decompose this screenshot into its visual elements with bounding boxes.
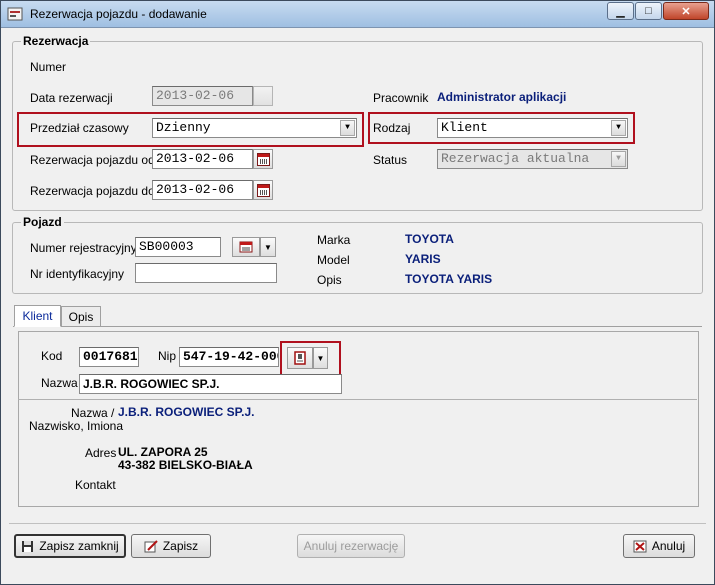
rodzaj-select[interactable]: Klient ▼ (437, 118, 628, 138)
window-title: Rezerwacja pojazdu - dodawanie (30, 7, 207, 21)
edit-icon (144, 539, 158, 552)
rodzaj-label: Rodzaj (373, 121, 411, 135)
marka-value: TOYOTA (405, 232, 454, 246)
chevron-down-icon[interactable]: ▼ (340, 120, 355, 136)
nr-id-field[interactable] (135, 263, 277, 283)
tab-opis[interactable]: Opis (61, 306, 101, 326)
do-label: Rezerwacja pojazdu do (30, 184, 155, 198)
opis-value: TOYOTA YARIS (405, 272, 493, 286)
chevron-down-icon: ▼ (316, 353, 325, 363)
kod-field[interactable]: 0017681 (79, 347, 139, 367)
vehicle-lookup-dropdown[interactable]: ▼ (260, 237, 276, 257)
status-value: Rezerwacja aktualna (441, 151, 590, 166)
client-lookup-button[interactable] (287, 347, 313, 369)
app-icon (7, 7, 23, 21)
list-icon (239, 241, 253, 253)
data-rezerwacji-calendar-button (253, 86, 273, 106)
minimize-button[interactable]: ▁ (607, 2, 634, 20)
status-select: Rezerwacja aktualna ▼ (437, 149, 628, 169)
cancel-icon (633, 540, 647, 552)
detail-nazwa-value: J.B.R. ROGOWIEC SP.J. (118, 405, 255, 419)
chevron-down-icon: ▼ (264, 242, 272, 252)
minimize-icon: ▁ (616, 5, 625, 18)
anuluj-button[interactable]: Anuluj (623, 534, 695, 558)
przedzial-label: Przedział czasowy (30, 121, 129, 135)
detail-nazwa-label: Nazwa / (71, 406, 115, 420)
reservation-group-title: Rezerwacja (21, 34, 91, 48)
do-date-field[interactable]: 2013-02-06 (152, 180, 253, 200)
model-value: YARIS (405, 252, 441, 266)
anuluj-label: Anuluj (651, 539, 686, 553)
tab-klient[interactable]: Klient (14, 305, 61, 327)
vehicle-lookup-button[interactable] (232, 237, 260, 257)
nazwa-label: Nazwa (41, 376, 78, 390)
adres-line1: UL. ZAPORA 25 (118, 445, 208, 459)
nr-id-label: Nr identyfikacyjny (30, 267, 125, 281)
nazwa-field[interactable]: J.B.R. ROGOWIEC SP.J. (79, 374, 342, 394)
data-rezerwacji-field: 2013-02-06 (152, 86, 253, 106)
status-label: Status (373, 153, 408, 167)
rodzaj-value: Klient (441, 120, 488, 135)
footer-divider (9, 523, 706, 524)
save-icon (22, 540, 34, 552)
zapisz-button[interactable]: Zapisz (131, 534, 211, 558)
maximize-icon: □ (645, 5, 652, 17)
vehicle-group-title: Pojazd (21, 215, 64, 229)
adres-line2: 43-382 BIELSKO-BIAŁA (118, 458, 253, 472)
od-label: Rezerwacja pojazdu od (30, 153, 155, 167)
close-button[interactable]: ✕ (663, 2, 709, 20)
close-icon: ✕ (681, 5, 691, 18)
przedzial-value: Dzienny (156, 120, 211, 135)
nip-field[interactable]: 547-19-42-000 (179, 347, 279, 367)
pracownik-label: Pracownik (373, 91, 429, 105)
vehicle-group (12, 222, 703, 294)
model-label: Model (317, 253, 350, 267)
adres-label: Adres (85, 446, 117, 460)
calendar-icon (256, 183, 270, 197)
kod-label: Kod (41, 349, 63, 363)
detail-nazwisko-label: Nazwisko, Imiona (29, 419, 124, 433)
pracownik-value: Administrator aplikacji (437, 90, 567, 104)
od-calendar-button[interactable] (253, 149, 273, 169)
zapisz-zamknij-button[interactable]: Zapisz zamknij (14, 534, 126, 558)
calendar-icon (256, 152, 270, 166)
tab-opis-label: Opis (68, 309, 94, 324)
nip-label: Nip (158, 349, 177, 363)
anuluj-rezerwacje-button: Anuluj rezerwację (297, 534, 405, 558)
tab-divider (13, 326, 702, 327)
numer-label: Numer (30, 60, 67, 74)
opis-label: Opis (317, 273, 342, 287)
nr-rej-field[interactable]: SB00003 (135, 237, 221, 257)
reservation-window: Rezerwacja pojazdu - dodawanie ▁ □ ✕ Rez… (0, 0, 715, 585)
title-bar[interactable]: Rezerwacja pojazdu - dodawanie ▁ □ ✕ (1, 1, 714, 28)
do-calendar-button[interactable] (253, 180, 273, 200)
od-date-field[interactable]: 2013-02-06 (152, 149, 253, 169)
maximize-button[interactable]: □ (635, 2, 662, 20)
chevron-down-icon: ▼ (611, 151, 626, 167)
nr-rej-label: Numer rejestracyjny (30, 241, 137, 255)
zapisz-zamknij-label: Zapisz zamknij (39, 539, 119, 553)
zapisz-label: Zapisz (162, 539, 199, 553)
kontakt-label: Kontakt (75, 478, 116, 492)
tab-klient-label: Klient (22, 309, 53, 323)
client-lookup-dropdown[interactable]: ▼ (313, 347, 328, 369)
client-detail-divider (18, 399, 697, 400)
anuluj-rezerwacje-label: Anuluj rezerwację (303, 539, 399, 553)
client-card-icon (294, 351, 306, 365)
data-rezerwacji-label: Data rezerwacji (30, 91, 113, 105)
marka-label: Marka (317, 233, 351, 247)
chevron-down-icon[interactable]: ▼ (611, 120, 626, 136)
przedzial-select[interactable]: Dzienny ▼ (152, 118, 357, 138)
